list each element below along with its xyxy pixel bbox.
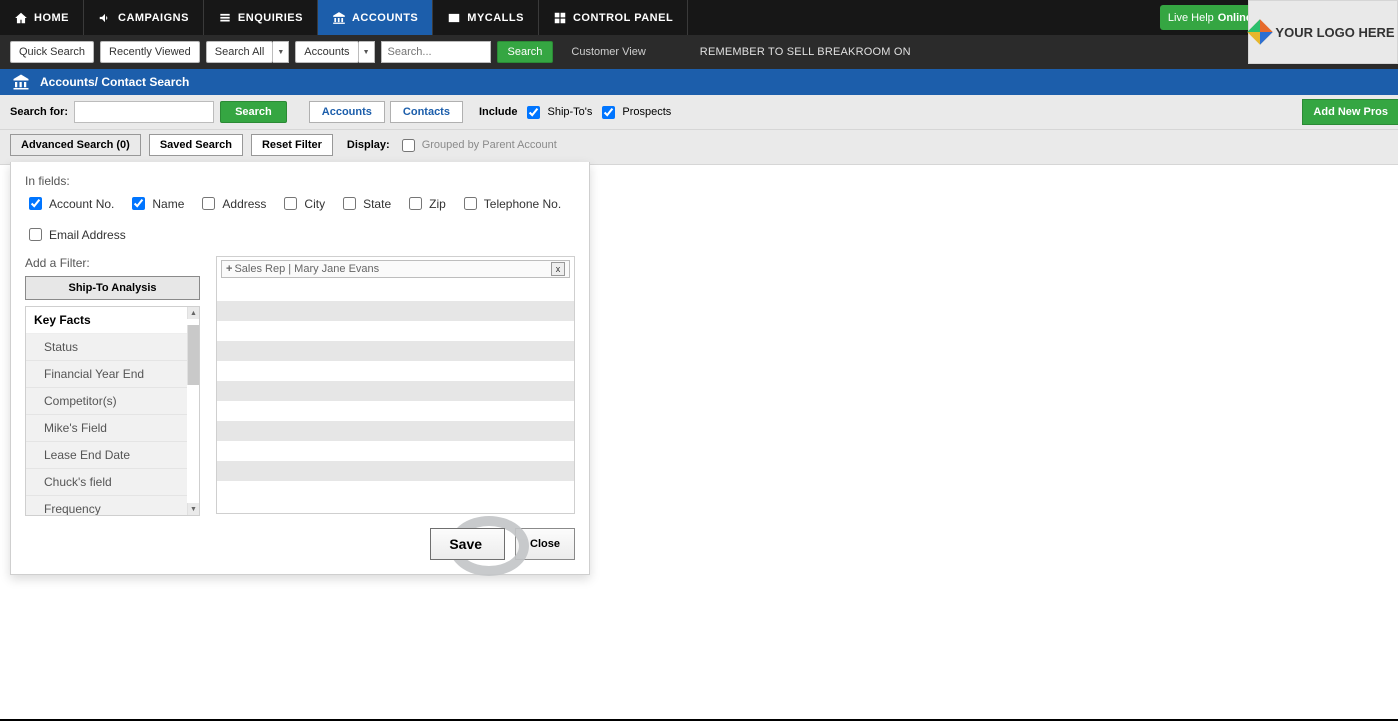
logo-icon <box>1248 19 1273 44</box>
accounts-combo[interactable]: Accounts <box>295 41 358 63</box>
field-cb-account-no[interactable]: Account No. <box>25 194 114 213</box>
search-button[interactable]: Search <box>497 41 554 63</box>
filter-list: ▲ ▼ Key Facts Status Financial Year End … <box>25 306 200 516</box>
nav-home-label: HOME <box>34 12 69 24</box>
accounts-tab[interactable]: Accounts <box>309 101 385 123</box>
filter-item-lease[interactable]: Lease End Date <box>26 442 187 469</box>
include-label: Include <box>479 106 518 118</box>
prospects-checkbox[interactable]: Prospects <box>598 103 671 122</box>
nav-enquiries-label: ENQUIRIES <box>238 12 303 24</box>
id-icon <box>447 11 461 25</box>
field-cb-email[interactable]: Email Address <box>25 225 126 244</box>
filter-item-mikes[interactable]: Mike's Field <box>26 415 187 442</box>
field-checkbox-row: Account No. Name Address City State Zip … <box>25 194 575 244</box>
chip-plus-icon: + <box>226 263 232 275</box>
quick-search-button[interactable]: Quick Search <box>10 41 94 63</box>
chip-label: Sales Rep | Mary Jane Evans <box>234 263 549 275</box>
filter-item-competitors[interactable]: Competitor(s) <box>26 388 187 415</box>
bottom-divider <box>0 719 1398 721</box>
contacts-tab[interactable]: Contacts <box>390 101 463 123</box>
nav-mycalls[interactable]: MYCALLS <box>433 0 539 35</box>
search-for-input[interactable] <box>74 101 214 123</box>
logo-block: YOUR LOGO HERE <box>1248 0 1398 64</box>
accounts-dropdown-icon[interactable]: ▼ <box>359 41 375 63</box>
in-fields-label: In fields: <box>25 174 575 188</box>
customer-view-link[interactable]: Customer View <box>571 46 645 58</box>
add-prospect-button[interactable]: Add New Pros <box>1302 99 1398 125</box>
field-cb-zip[interactable]: Zip <box>405 194 446 213</box>
display-label: Display: <box>347 139 390 151</box>
search-all-dropdown-icon[interactable]: ▼ <box>273 41 289 63</box>
add-filter-label: Add a Filter: <box>25 256 200 270</box>
nav-mycalls-label: MYCALLS <box>467 12 524 24</box>
search-sub-strip: Advanced Search (0) Saved Search Reset F… <box>0 130 1398 165</box>
filter-item-chucks[interactable]: Chuck's field <box>26 469 187 496</box>
scroll-up-arrow[interactable]: ▲ <box>187 307 199 319</box>
filter-item-frequency[interactable]: Frequency <box>26 496 187 516</box>
advanced-search-panel: In fields: Account No. Name Address City… <box>10 162 590 575</box>
close-button[interactable]: Close <box>515 528 575 560</box>
filter-group-keyfacts[interactable]: Key Facts <box>26 307 199 334</box>
nav-campaigns[interactable]: CAMPAIGNS <box>84 0 204 35</box>
chip-remove-button[interactable]: x <box>551 262 565 276</box>
bullhorn-icon <box>98 11 112 25</box>
selected-filters-grid: + Sales Rep | Mary Jane Evans x <box>216 256 575 514</box>
nav-enquiries[interactable]: ENQUIRIES <box>204 0 318 35</box>
reset-filter-button[interactable]: Reset Filter <box>251 134 333 156</box>
filter-chip-sales-rep[interactable]: + Sales Rep | Mary Jane Evans x <box>221 260 570 278</box>
list-icon <box>218 11 232 25</box>
saved-search-button[interactable]: Saved Search <box>149 134 243 156</box>
nav-control-panel-label: CONTROL PANEL <box>573 12 673 24</box>
shipto-analysis-button[interactable]: Ship-To Analysis <box>25 276 200 300</box>
field-cb-state[interactable]: State <box>339 194 391 213</box>
scroll-thumb[interactable] <box>187 325 199 385</box>
search-for-label: Search for: <box>10 106 68 118</box>
grid-icon <box>553 11 567 25</box>
live-help-status: Online <box>1218 12 1252 24</box>
live-help-label: Live Help <box>1168 12 1214 24</box>
nav-campaigns-label: CAMPAIGNS <box>118 12 189 24</box>
nav-home[interactable]: HOME <box>0 0 84 35</box>
field-cb-telephone[interactable]: Telephone No. <box>460 194 561 213</box>
top-nav: HOME CAMPAIGNS ENQUIRIES ACCOUNTS MYCALL… <box>0 0 1398 35</box>
logo-text: YOUR LOGO HERE <box>1275 25 1394 40</box>
recently-viewed-button[interactable]: Recently Viewed <box>100 41 200 63</box>
toolbar: Quick Search Recently Viewed Search All … <box>0 35 1398 69</box>
field-cb-city[interactable]: City <box>280 194 325 213</box>
nav-accounts-label: ACCOUNTS <box>352 12 418 24</box>
page-title-bar: Accounts/ Contact Search <box>0 69 1398 95</box>
marquee-text: REMEMBER TO SELL BREAKROOM ON <box>700 46 911 58</box>
search-all-combo[interactable]: Search All <box>206 41 274 63</box>
bank-icon <box>332 11 346 25</box>
page-title: Accounts/ Contact Search <box>40 75 189 89</box>
save-button[interactable]: Save <box>430 528 505 560</box>
field-cb-name[interactable]: Name <box>128 194 184 213</box>
field-cb-address[interactable]: Address <box>198 194 266 213</box>
bank-icon <box>12 73 30 91</box>
nav-accounts[interactable]: ACCOUNTS <box>318 0 433 35</box>
advanced-search-button[interactable]: Advanced Search (0) <box>10 134 141 156</box>
scroll-down-arrow[interactable]: ▼ <box>187 503 199 515</box>
grouped-checkbox[interactable]: Grouped by Parent Account <box>398 136 557 155</box>
search-strip: Search for: Search Accounts Contacts Inc… <box>0 95 1398 130</box>
search-for-button[interactable]: Search <box>220 101 287 123</box>
nav-control-panel[interactable]: CONTROL PANEL <box>539 0 688 35</box>
filter-item-fye[interactable]: Financial Year End <box>26 361 187 388</box>
home-icon <box>14 11 28 25</box>
shiptos-checkbox[interactable]: Ship-To's <box>523 103 592 122</box>
search-input[interactable] <box>381 41 491 63</box>
filter-item-status[interactable]: Status <box>26 334 187 361</box>
